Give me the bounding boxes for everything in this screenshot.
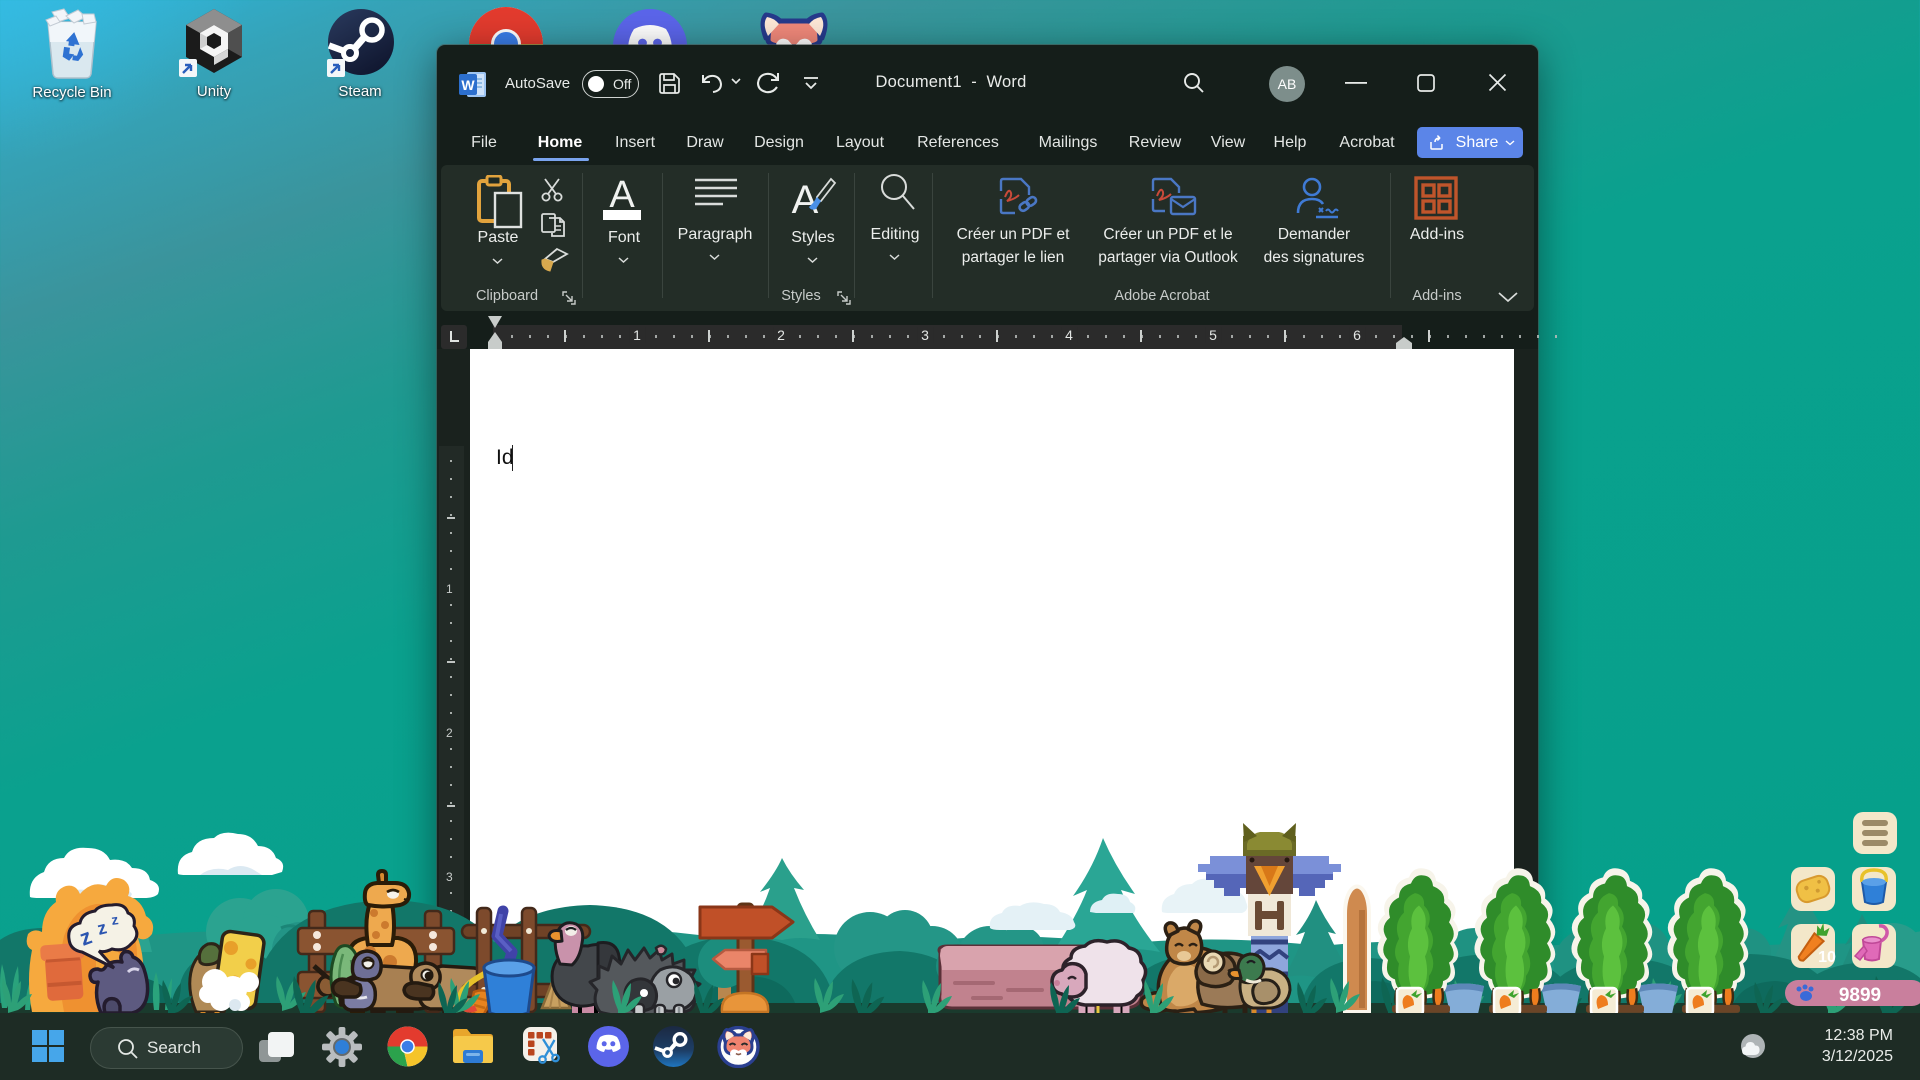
svg-text:A: A bbox=[792, 178, 819, 222]
svg-text:9899: 9899 bbox=[1839, 985, 1881, 1006]
svg-text:A: A bbox=[609, 174, 635, 216]
svg-text:10: 10 bbox=[1818, 949, 1836, 966]
